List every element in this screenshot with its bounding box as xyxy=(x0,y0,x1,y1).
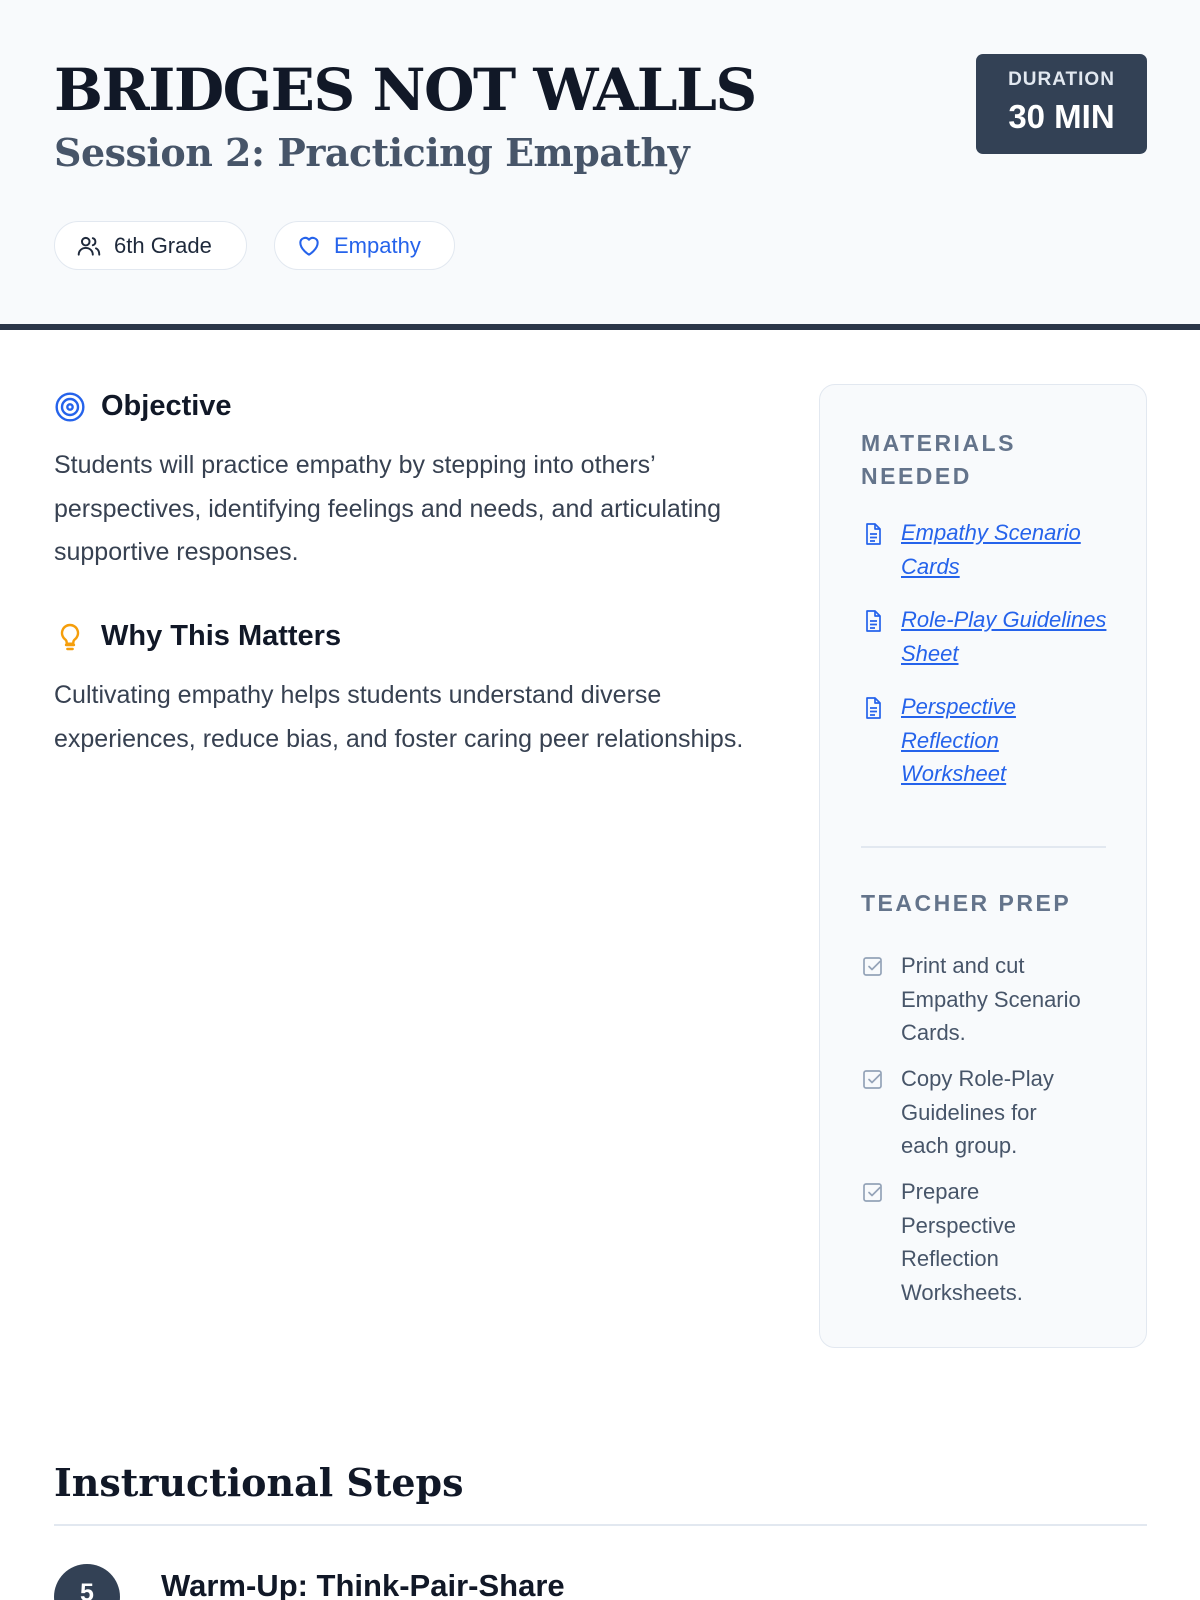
why-heading: Why This Matters xyxy=(54,620,341,653)
material-link[interactable]: Role-Play Guidelines Sheet xyxy=(901,603,1111,670)
topic-label: Empathy xyxy=(334,232,421,258)
duration-value: 30 MIN xyxy=(1008,98,1115,135)
prep-text: Copy Role-Play Guidelines for each group… xyxy=(901,1066,1054,1158)
grade-tag: 6th Grade xyxy=(54,221,247,270)
prep-item: Prepare Perspective Reflection Worksheet… xyxy=(861,1175,1111,1309)
prep-item: Copy Role-Play Guidelines for each group… xyxy=(861,1062,1111,1163)
prep-text: Prepare Perspective Reflection Worksheet… xyxy=(901,1179,1023,1305)
steps-heading: Instructional Steps xyxy=(54,1460,464,1505)
checkbox-icon xyxy=(863,1183,882,1202)
material-item[interactable]: Perspective Reflection Worksheet xyxy=(861,690,1111,791)
users-icon xyxy=(77,236,101,256)
document-icon xyxy=(866,697,881,719)
why-title: Why This Matters xyxy=(101,620,342,652)
steps-divider xyxy=(54,1524,1147,1526)
page-header: BRIDGES NOT WALLS Session 2: Practicing … xyxy=(0,0,1200,330)
heart-icon xyxy=(299,236,319,256)
step-number-badge: 5 xyxy=(54,1564,120,1600)
topic-tag: Empathy xyxy=(274,221,455,270)
grade-label: 6th Grade xyxy=(114,232,212,258)
step-title: Warm-Up: Think-Pair-Share xyxy=(161,1568,565,1600)
lightbulb-icon xyxy=(60,623,80,650)
checkbox-icon xyxy=(863,1070,882,1089)
sidebar-divider xyxy=(861,846,1106,848)
objective-title: Objective xyxy=(101,390,232,422)
document-icon xyxy=(866,610,881,632)
material-item[interactable]: Empathy Scenario Cards xyxy=(861,516,1111,583)
duration-badge: DURATION 30 MIN xyxy=(976,54,1147,154)
objective-text: Students will practice empathy by steppi… xyxy=(54,451,722,566)
materials-heading: MATERIALS NEEDED xyxy=(861,430,1016,489)
prep-text: Print and cut Empathy Scenario Cards. xyxy=(901,953,1081,1045)
duration-label: DURATION xyxy=(1008,69,1115,90)
why-text: Cultivating empathy helps students under… xyxy=(54,681,744,753)
prep-heading: TEACHER PREP xyxy=(861,890,1072,916)
document-icon xyxy=(866,523,881,545)
material-link[interactable]: Perspective Reflection Worksheet xyxy=(901,690,1051,791)
material-link[interactable]: Empathy Scenario Cards xyxy=(901,516,1111,583)
material-item[interactable]: Role-Play Guidelines Sheet xyxy=(861,603,1111,670)
resources-sidebar: MATERIALS NEEDED Empathy Scenario Cards … xyxy=(819,384,1147,1348)
checkbox-icon xyxy=(863,957,882,976)
target-icon xyxy=(55,391,85,422)
page-title: BRIDGES NOT WALLS xyxy=(54,56,757,124)
prep-item: Print and cut Empathy Scenario Cards. xyxy=(861,949,1111,1050)
objective-heading: Objective xyxy=(54,390,232,423)
session-subtitle: Session 2: Practicing Empathy xyxy=(54,130,690,175)
